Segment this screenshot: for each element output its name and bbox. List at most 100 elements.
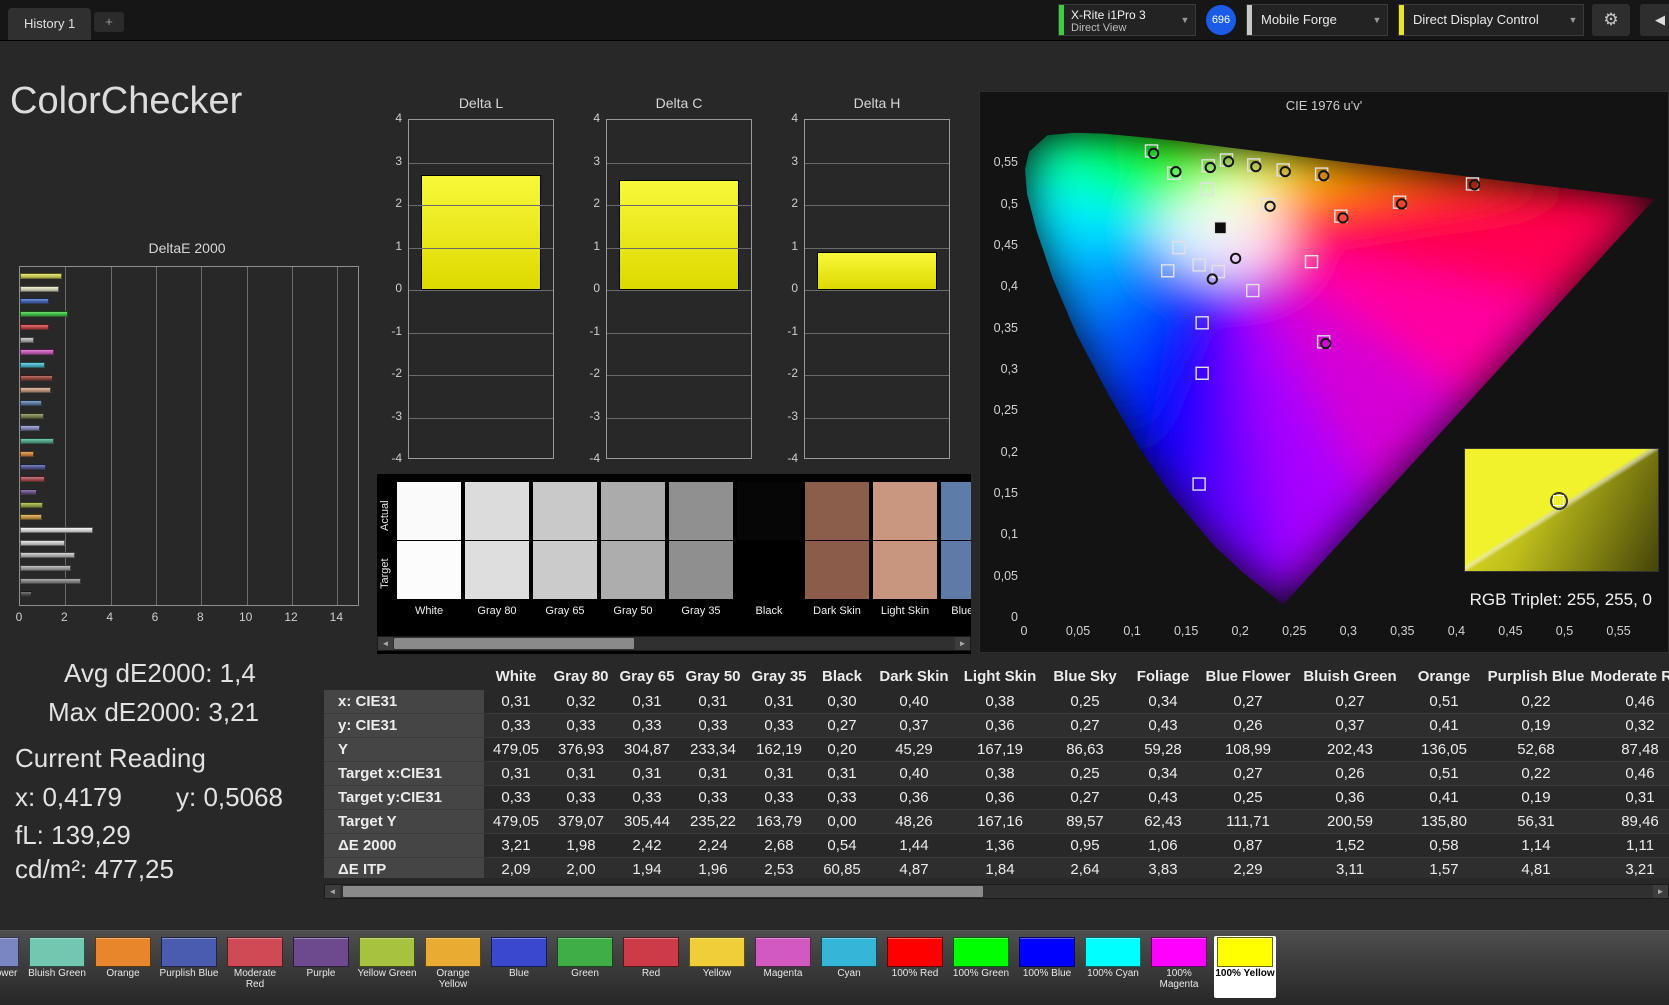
patch-button[interactable]: Green <box>554 936 616 998</box>
table-cell: 305,44 <box>624 813 670 830</box>
patch-button[interactable]: Purple <box>290 936 352 998</box>
patch-label: Red <box>641 968 661 979</box>
gridline <box>110 267 112 605</box>
scrollbar-thumb[interactable] <box>343 886 983 897</box>
table-cell: 0,31 <box>501 693 531 710</box>
table-cell: 0,38 <box>985 765 1015 782</box>
table-cell: 4,87 <box>899 861 929 878</box>
table-cell: 162,19 <box>756 741 802 758</box>
axis-tick-label: -2 <box>589 366 600 380</box>
gear-icon: ⚙ <box>1603 10 1619 29</box>
patch-button[interactable]: 100% Magenta <box>1148 936 1210 998</box>
table-header-cell: Blue Flower <box>1205 668 1291 685</box>
patch-label: Green <box>571 968 599 979</box>
patch-swatch <box>1151 937 1207 967</box>
table-header-cell: Bluish Green <box>1303 668 1397 685</box>
profile-count-badge[interactable]: 696 <box>1206 5 1236 35</box>
patch-button[interactable]: Red <box>620 936 682 998</box>
table-cell: 0,33 <box>764 717 794 734</box>
patch-label: 100% Red <box>891 968 939 979</box>
patch-button[interactable]: Orange <box>92 936 154 998</box>
table-cell: 0,00 <box>827 813 857 830</box>
swatch-scrollbar[interactable]: ◄ ► <box>377 636 971 651</box>
gridline <box>805 162 949 164</box>
patch-button[interactable]: 100% Green <box>950 936 1012 998</box>
axis-tick-label: 0 <box>15 610 23 624</box>
gridline <box>805 375 949 376</box>
axis-tick-label: 0 <box>395 281 402 295</box>
display-selector[interactable]: Direct Display Control ▼ <box>1398 4 1584 36</box>
scroll-left-icon[interactable]: ◄ <box>325 885 340 898</box>
patch-button[interactable]: Moderate Red <box>224 936 286 998</box>
top-bar: History 1 + X-Rite i1Pro 3 Direct View ▼… <box>0 0 1669 41</box>
zoom-inset <box>1464 448 1659 572</box>
table-row-label: x: CIE31 <box>324 690 484 713</box>
meter-info: X-Rite i1Pro 3 Direct View <box>1064 5 1175 35</box>
patch-button[interactable]: Purplish Blue <box>158 936 220 998</box>
table-cell: 0,26 <box>1335 765 1365 782</box>
chevron-down-icon[interactable]: ▼ <box>1563 5 1583 35</box>
patch-button[interactable]: Magenta <box>752 936 814 998</box>
target-row-label: Target <box>379 558 391 590</box>
table-cell: 0,33 <box>632 789 662 806</box>
axis-tick-label: 0,5 <box>1555 624 1574 638</box>
table-cell: 1,94 <box>632 861 662 878</box>
gridline <box>805 332 949 334</box>
settings-button[interactable]: ⚙ <box>1592 4 1630 36</box>
chevron-down-icon[interactable]: ▼ <box>1175 5 1195 35</box>
actual-swatch <box>941 482 971 540</box>
patch-button[interactable]: 100% Yellow <box>1214 936 1276 998</box>
patch-button[interactable]: Yellow Green <box>356 936 418 998</box>
patch-button[interactable]: Bluish Green <box>26 936 88 998</box>
patch-button[interactable]: 100% Cyan <box>1082 936 1144 998</box>
table-cell: 0,31 <box>632 765 662 782</box>
patch-swatch <box>689 937 745 967</box>
swatch-column: Gray 65 <box>533 482 597 632</box>
table-cell: 2,64 <box>1070 861 1100 878</box>
table-scrollbar[interactable]: ◄ ► <box>324 884 1669 899</box>
gridline <box>805 205 949 206</box>
table-cell: 200,59 <box>1327 813 1373 830</box>
gridline <box>805 417 949 419</box>
chevron-down-icon[interactable]: ▼ <box>1367 5 1387 35</box>
table-header-cell: Gray 80 <box>553 668 609 685</box>
meter-selector[interactable]: X-Rite i1Pro 3 Direct View ▼ <box>1058 4 1196 36</box>
table-cell: 89,46 <box>1621 813 1659 830</box>
patch-label: 100% Blue <box>1022 968 1072 979</box>
table-cell: 0,51 <box>1429 765 1459 782</box>
axis-tick-label: -3 <box>787 408 798 423</box>
tab-history-1[interactable]: History 1 <box>8 8 92 40</box>
actual-row-label: Actual <box>379 500 391 532</box>
actual-swatch <box>465 482 529 540</box>
scroll-left-icon[interactable]: ◄ <box>378 637 393 650</box>
patch-button[interactable]: Yellow <box>686 936 748 998</box>
table-cell: 1,57 <box>1429 861 1459 878</box>
table-cell: 0,87 <box>1233 837 1263 854</box>
table-cell: 0,27 <box>827 717 857 734</box>
table-cell: 376,93 <box>558 741 604 758</box>
patch-button[interactable]: Blue <box>488 936 550 998</box>
patch-button[interactable]: 100% Red <box>884 936 946 998</box>
gridline <box>409 205 553 206</box>
table-cell: 0,31 <box>1625 789 1655 806</box>
workflow-selector[interactable]: Mobile Forge ▼ <box>1246 4 1388 36</box>
patch-button[interactable]: Blue Flower <box>0 936 22 998</box>
deltae-bar <box>20 336 34 343</box>
axis-tick-label: 12 <box>284 610 298 624</box>
table-cell: 60,85 <box>823 861 861 878</box>
patch-button[interactable]: Cyan <box>818 936 880 998</box>
target-swatch <box>465 541 529 599</box>
deltae-bar <box>20 374 53 381</box>
patch-button[interactable]: Orange Yellow <box>422 936 484 998</box>
scroll-right-icon[interactable]: ► <box>1653 885 1668 898</box>
add-tab-button[interactable]: + <box>94 12 124 32</box>
table-cell: 202,43 <box>1327 741 1373 758</box>
table-cell: 0,46 <box>1625 693 1655 710</box>
patch-button[interactable]: 100% Blue <box>1016 936 1078 998</box>
deltae-x-axis: 0 2 4 6 8 10 12 14 <box>16 610 359 626</box>
scrollbar-thumb[interactable] <box>394 638 634 649</box>
axis-tick-label: 8 <box>196 610 204 624</box>
scroll-right-icon[interactable]: ► <box>955 637 970 650</box>
deltae-bar <box>20 298 50 305</box>
collapse-panel-button[interactable]: ◀ <box>1640 4 1669 36</box>
